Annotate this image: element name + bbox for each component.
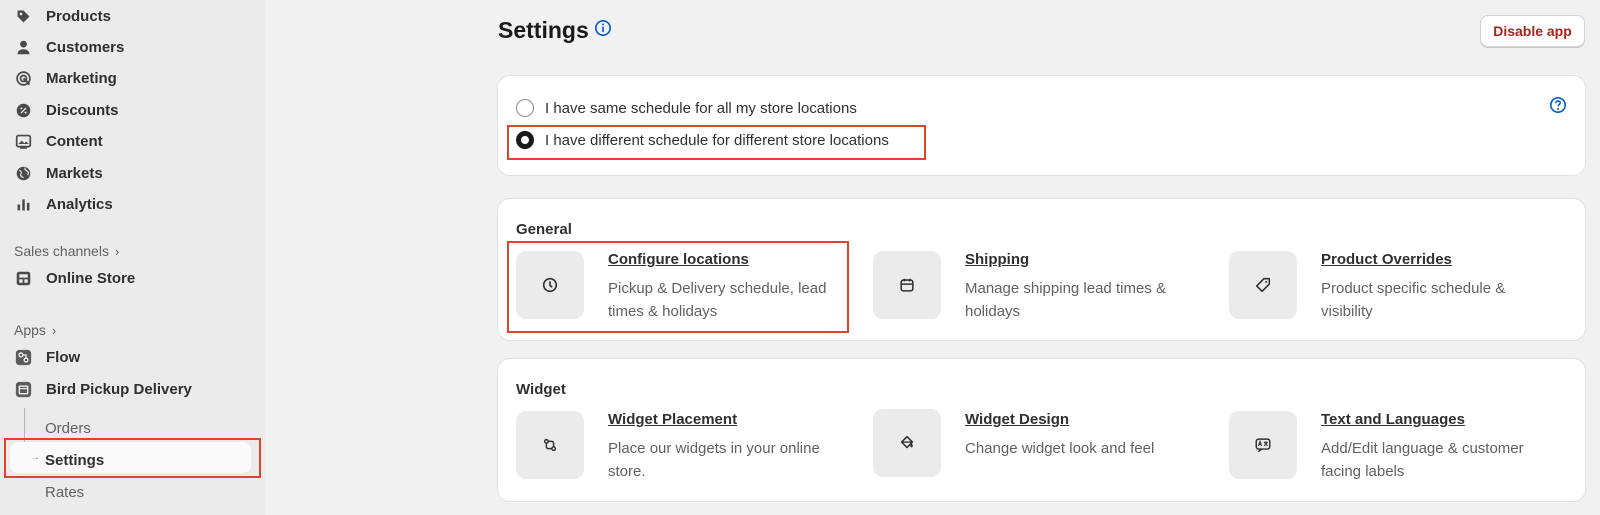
tile-description: Add/Edit language & customer facing labe… [1321,440,1524,480]
tile-product-overrides[interactable]: Product Overrides Product specific sched… [1229,251,1569,331]
sidebar-item-label: Online Store [46,269,136,287]
tile-widget-design[interactable]: Widget Design Change widget look and fee… [873,409,1213,489]
tag-icon [1229,251,1297,319]
calendar-icon [873,251,941,319]
page-title: Settings [498,17,589,43]
disable-app-button[interactable]: Disable app [1480,15,1585,47]
sidebar-item-markets[interactable]: Markets [14,159,103,187]
section-title-widget: Widget [516,381,566,398]
tile-title-link[interactable]: Widget Design [965,411,1069,428]
tile-title-link[interactable]: Widget Placement [608,411,737,428]
globe-icon [14,164,32,182]
tile-description: Pickup & Delivery schedule, lead times &… [608,280,827,320]
tag-icon [14,7,32,25]
clock-icon [516,251,584,319]
radio-option-same-schedule[interactable]: I have same schedule for all my store lo… [516,99,857,117]
flow-icon [14,348,32,366]
sidebar-item-content[interactable]: Content [14,127,103,155]
sidebar-item-bird-pickup-delivery[interactable]: Bird Pickup Delivery [14,375,192,403]
swap-icon [516,411,584,479]
sidebar-item-label: Content [46,132,103,150]
tile-text-and-languages[interactable]: Text and Languages Add/Edit language & c… [1229,411,1569,491]
discount-icon [14,101,32,119]
person-icon [14,38,32,56]
radio-option-different-schedule[interactable]: I have different schedule for different … [516,131,889,149]
widget-card: Widget Widget Placement Place our widget… [498,359,1585,501]
tile-title-link[interactable]: Configure locations [608,251,749,268]
tile-description: Place our widgets in your online store. [608,440,820,480]
schedule-card: I have same schedule for all my store lo… [498,76,1585,175]
sidebar-item-discounts[interactable]: Discounts [14,96,119,124]
sidebar-item-analytics[interactable]: Analytics [14,190,113,218]
sidebar: Products Customers Marketing Discounts C… [0,0,265,515]
sidebar-item-label: Analytics [46,195,113,213]
sales-channels-heading[interactable]: Sales channels › [14,243,119,259]
image-icon [14,132,32,150]
radio-button[interactable] [516,99,534,117]
tile-configure-locations[interactable]: Configure locations Pickup & Delivery sc… [516,251,856,331]
language-icon [1229,411,1297,479]
sidebar-item-online-store[interactable]: Online Store [14,264,135,292]
tile-title-link[interactable]: Product Overrides [1321,251,1452,268]
sidebar-item-label: Customers [46,38,125,56]
chevron-right-icon: › [114,243,120,259]
info-icon[interactable] [594,19,612,37]
tile-description: Change widget look and feel [965,440,1155,457]
sidebar-item-label: Flow [46,348,81,366]
bar-chart-icon [14,195,32,213]
sidebar-item-flow[interactable]: Flow [14,343,80,371]
tile-description: Manage shipping lead times & holidays [965,280,1166,320]
sidebar-subitem-rates[interactable]: Rates [45,479,84,505]
target-icon [14,69,32,87]
tile-widget-placement[interactable]: Widget Placement Place our widgets in yo… [516,411,856,491]
chevron-right-icon: › [51,322,57,338]
tile-shipping[interactable]: Shipping Manage shipping lead times & ho… [873,251,1213,331]
sidebar-item-products[interactable]: Products [14,2,111,30]
sidebar-item-label: Markets [46,164,103,182]
sidebar-item-customers[interactable]: Customers [14,33,124,61]
apps-heading[interactable]: Apps › [14,322,56,338]
calendar-app-icon [14,380,32,398]
tile-title-link[interactable]: Text and Languages [1321,411,1465,428]
sidebar-item-label: Products [46,7,112,25]
store-icon [14,269,32,287]
arrow-right-icon: → [30,452,40,463]
sidebar-subitem-orders[interactable]: Orders [45,415,91,441]
sidebar-item-marketing[interactable]: Marketing [14,64,117,92]
section-title-general: General [516,221,572,238]
sidebar-item-label: Bird Pickup Delivery [46,380,192,398]
radio-button-selected[interactable] [516,131,534,149]
general-card: General Configure locations Pickup & Del… [498,199,1585,340]
help-icon[interactable] [1549,96,1567,114]
sidebar-subitem-settings[interactable]: Settings [45,447,104,473]
tile-description: Product specific schedule & visibility [1321,280,1506,320]
sidebar-item-label: Marketing [46,69,117,87]
tile-title-link[interactable]: Shipping [965,251,1029,268]
sidebar-item-label: Discounts [46,101,119,119]
paint-bucket-icon [873,409,941,477]
